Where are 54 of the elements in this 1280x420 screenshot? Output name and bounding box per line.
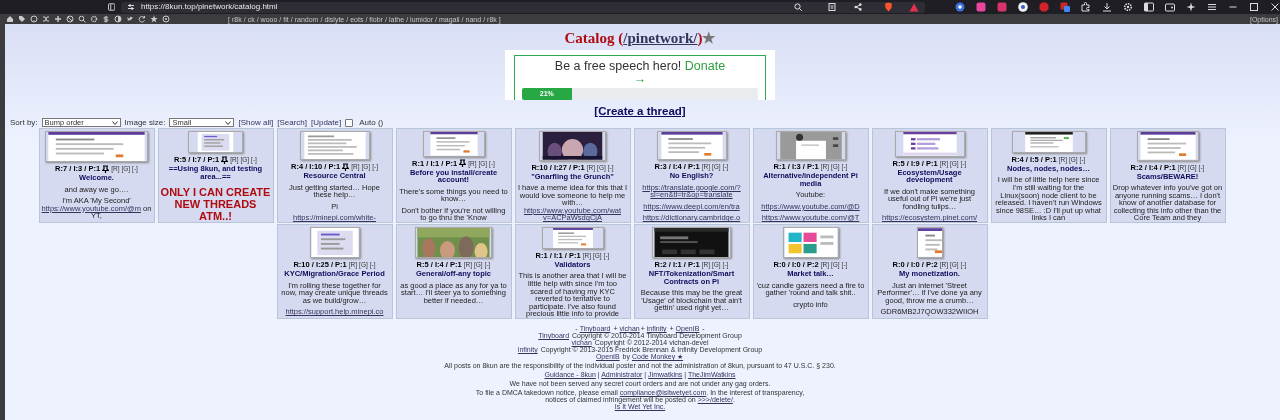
menu-icon[interactable] xyxy=(1207,2,1217,12)
help-icon[interactable] xyxy=(30,15,38,23)
catalog-title: Catalog (/pinetwork/)★ xyxy=(564,30,716,46)
puzzle-icon[interactable] xyxy=(1081,2,1091,12)
reader-icon[interactable] xyxy=(828,3,836,11)
caret-icon xyxy=(111,120,118,125)
sort-label: Sort by: xyxy=(10,118,38,127)
wallet-icon[interactable] xyxy=(1165,2,1175,12)
sidebar-icon[interactable] xyxy=(107,3,115,11)
heading-text: ONLY I CAN CREATE NEW THREADS ATM..! xyxy=(160,186,271,222)
square-icon[interactable] xyxy=(1060,2,1070,12)
gear-icon[interactable] xyxy=(90,15,98,23)
square-icon[interactable] xyxy=(976,2,986,12)
arrow-text: → xyxy=(633,72,647,86)
dollar-icon[interactable] xyxy=(102,15,110,23)
catalog-link[interactable]: [Search] xyxy=(277,118,307,127)
maximize-icon[interactable] xyxy=(1249,2,1259,12)
thread-card[interactable] xyxy=(990,128,1107,223)
bird-icon[interactable] xyxy=(126,15,134,23)
contrast-icon[interactable] xyxy=(114,15,122,23)
address-bar[interactable]: https://8kun.top/pinetwork/catalog.html xyxy=(120,1,925,13)
donate-link[interactable]: Donate xyxy=(684,59,726,73)
shield-icon[interactable] xyxy=(884,2,893,12)
stop-sign-icon[interactable] xyxy=(1039,2,1049,12)
triangle-icon[interactable] xyxy=(909,2,919,12)
catalog-link[interactable]: [Show all] xyxy=(238,118,274,127)
close-icon[interactable] xyxy=(1270,2,1280,12)
ban-icon[interactable] xyxy=(66,15,74,23)
search-icon[interactable] xyxy=(78,15,86,23)
refresh-icon[interactable] xyxy=(138,15,146,23)
board-link[interactable]: /pinetwork/ xyxy=(623,30,698,46)
gear-icon[interactable] xyxy=(1123,2,1133,12)
thread-card[interactable] xyxy=(514,224,631,319)
donation-text: Be a free speech hero! Donate → xyxy=(554,60,726,86)
circle-icon[interactable] xyxy=(1018,2,1028,12)
circle-icon[interactable] xyxy=(162,15,170,23)
auto-label: Auto () xyxy=(359,118,384,127)
star-icon[interactable] xyxy=(150,15,158,23)
create-thread-link[interactable]: [Create a thread] xyxy=(594,105,686,117)
url-text: https://8kun.top/pinetwork/catalog.html xyxy=(140,1,279,13)
shuffle-icon[interactable] xyxy=(42,15,50,23)
tune-icon[interactable] xyxy=(126,3,135,11)
plus-icon[interactable] xyxy=(54,15,62,23)
sparkle-icon[interactable] xyxy=(1186,2,1196,12)
sidebar-icon[interactable] xyxy=(1144,2,1154,12)
size-label: Image size: xyxy=(124,118,166,127)
catalog-link[interactable]: [Update] xyxy=(310,118,342,127)
auto-checkbox[interactable] xyxy=(345,118,354,127)
caret-icon xyxy=(225,120,232,125)
square-icon[interactable] xyxy=(997,2,1007,12)
zoom-icon[interactable] xyxy=(794,3,802,11)
download-icon[interactable] xyxy=(1102,2,1112,12)
circle-icon[interactable] xyxy=(955,2,965,12)
share-icon[interactable] xyxy=(854,3,862,11)
